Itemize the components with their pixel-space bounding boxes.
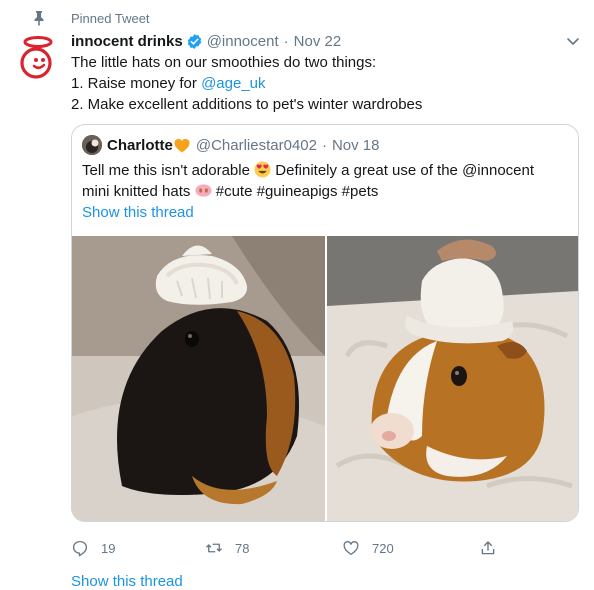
pig-nose-emoji-icon	[195, 184, 212, 197]
quoted-handle[interactable]: @Charliestar0402	[196, 137, 317, 154]
tweet-text: The little hats on our smoothies do two …	[71, 52, 571, 115]
share-button[interactable]	[479, 536, 509, 560]
quoted-avatar-image	[82, 135, 102, 155]
tweet-line-3: 2. Make excellent additions to pet's win…	[71, 96, 423, 113]
tweet-date[interactable]: Nov 22	[294, 33, 342, 50]
chevron-down-icon[interactable]	[564, 32, 582, 50]
handle[interactable]: @innocent	[207, 33, 279, 50]
heart-emoji-icon	[174, 138, 190, 152]
tweet-actions: 19 78 720	[71, 536, 501, 560]
tweet-line-2-prefix: 1. Raise money for	[71, 75, 202, 92]
quoted-line-1: Tell me this isn't adorable Definitely a…	[82, 160, 562, 181]
guinea-pig-black-image	[72, 236, 325, 521]
quoted-line-1-a: Tell me this isn't adorable	[82, 162, 250, 179]
guinea-pig-ginger-image	[327, 236, 578, 521]
quoted-line-2-a: mini knitted hats	[82, 183, 191, 200]
like-button[interactable]: 720	[342, 536, 394, 560]
quoted-tweet[interactable]: Charlotte @Charliestar0402 · Nov 18 Tell…	[71, 124, 579, 522]
retweet-icon	[206, 543, 222, 553]
quoted-line-2-b: #cute #guineapigs #pets	[215, 183, 379, 200]
reply-button[interactable]: 19	[71, 536, 115, 560]
quoted-avatar[interactable]	[82, 135, 102, 155]
show-thread-link[interactable]: Show this thread	[71, 573, 183, 590]
quoted-header: Charlotte @Charliestar0402 · Nov 18	[82, 135, 380, 155]
pin-icon	[34, 11, 44, 26]
like-count: 720	[372, 540, 394, 556]
reply-count: 19	[101, 540, 116, 556]
retweet-button[interactable]: 78	[205, 536, 249, 560]
quoted-photos	[72, 236, 578, 521]
innocent-logo-icon	[20, 36, 53, 79]
retweet-count: 78	[235, 540, 250, 556]
display-name[interactable]: innocent drinks	[71, 33, 183, 50]
like-icon	[343, 541, 359, 556]
photo-guinea-pig-black[interactable]	[72, 236, 325, 521]
quoted-display-name[interactable]: Charlotte	[107, 137, 173, 154]
quoted-show-thread-link[interactable]: Show this thread	[82, 204, 194, 221]
verified-icon	[187, 33, 201, 49]
tweet-header: innocent drinks @innocent · Nov 22	[71, 31, 341, 51]
tweet-line-1: The little hats on our smoothies do two …	[71, 54, 377, 71]
photo-guinea-pig-ginger[interactable]	[327, 236, 578, 521]
heart-eyes-emoji-icon	[254, 161, 271, 178]
separator: ·	[283, 32, 289, 50]
quoted-text: Tell me this isn't adorable Definitely a…	[82, 160, 562, 202]
share-icon	[481, 541, 495, 555]
avatar[interactable]	[12, 33, 62, 83]
quoted-line-2: mini knitted hats #cute #guineapigs #pet…	[82, 181, 562, 202]
mention-link[interactable]: @age_uk	[201, 75, 265, 92]
pinned-label: Pinned Tweet	[34, 8, 150, 28]
pinned-text: Pinned Tweet	[71, 10, 150, 26]
quoted-date[interactable]: Nov 18	[332, 137, 380, 154]
quoted-line-1-b: Definitely a great use of the @innocent	[275, 162, 535, 179]
tweet-line-2: 1. Raise money for @age_uk	[71, 73, 571, 94]
quoted-separator: ·	[321, 136, 327, 154]
reply-icon	[72, 540, 88, 557]
